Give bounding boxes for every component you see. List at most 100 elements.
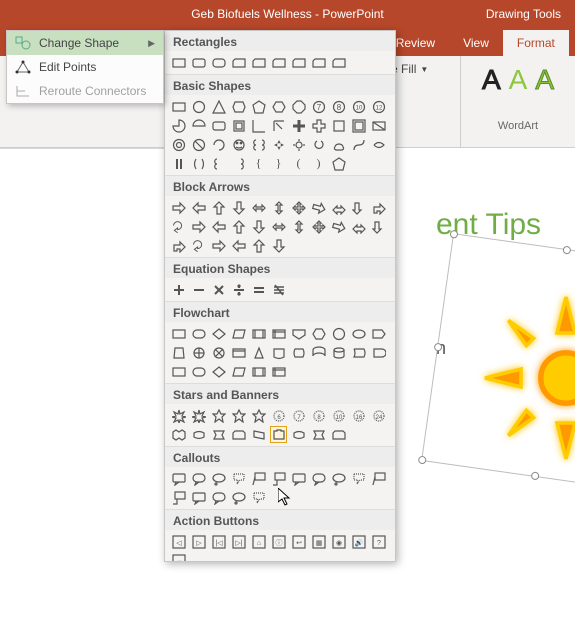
shape-option[interactable] (170, 117, 187, 134)
shape-option[interactable] (190, 281, 207, 298)
shape-option[interactable] (350, 199, 367, 216)
shape-option[interactable]: 7 (290, 407, 307, 424)
shape-option[interactable] (170, 54, 187, 71)
shape-option[interactable] (210, 218, 227, 235)
shape-option[interactable] (250, 218, 267, 235)
shape-option[interactable] (230, 470, 247, 487)
shape-option[interactable] (270, 117, 287, 134)
shape-option[interactable] (170, 470, 187, 487)
shape-option[interactable] (230, 426, 247, 443)
shape-option[interactable] (210, 489, 227, 506)
shape-option[interactable] (170, 407, 187, 424)
shape-option[interactable] (250, 489, 267, 506)
shape-option[interactable] (270, 136, 287, 153)
shape-option[interactable] (370, 325, 387, 342)
shape-option[interactable] (210, 54, 227, 71)
shape-option[interactable] (190, 117, 207, 134)
shape-option[interactable] (270, 363, 287, 380)
shape-option[interactable] (210, 136, 227, 153)
menu-item-change-shape[interactable]: Change Shape▶ (7, 31, 163, 55)
shape-option[interactable] (170, 199, 187, 216)
shape-option[interactable] (270, 199, 287, 216)
shape-option[interactable] (270, 54, 287, 71)
shape-option[interactable]: 6 (270, 407, 287, 424)
shape-option[interactable] (230, 344, 247, 361)
shape-option[interactable] (210, 344, 227, 361)
shape-option[interactable] (250, 281, 267, 298)
shape-option[interactable]: 16 (350, 407, 367, 424)
shape-option[interactable] (350, 218, 367, 235)
shape-option[interactable]: |◁ (210, 533, 227, 550)
shape-option[interactable]: 🔊 (350, 533, 367, 550)
shape-option[interactable]: ( (290, 155, 307, 172)
shape-option[interactable] (210, 98, 227, 115)
shape-option[interactable] (290, 218, 307, 235)
shape-option[interactable] (310, 470, 327, 487)
wordart-gallery[interactable]: A A A (467, 64, 569, 96)
shape-option[interactable] (350, 325, 367, 342)
shape-option[interactable] (230, 155, 247, 172)
resize-handle[interactable] (418, 456, 427, 465)
shape-option[interactable] (290, 54, 307, 71)
shape-option[interactable] (270, 344, 287, 361)
shape-option[interactable] (310, 54, 327, 71)
shape-option[interactable] (370, 136, 387, 153)
shape-option[interactable] (170, 136, 187, 153)
shape-option[interactable] (190, 136, 207, 153)
shape-option[interactable]: 10 (350, 98, 367, 115)
shape-option[interactable]: 8 (310, 407, 327, 424)
shape-option[interactable] (190, 98, 207, 115)
menu-item-edit-points[interactable]: Edit Points (7, 55, 163, 79)
shape-option[interactable] (250, 54, 267, 71)
shape-option[interactable]: ▱ (170, 552, 187, 562)
shape-option[interactable]: ) (310, 155, 327, 172)
shape-option[interactable] (210, 426, 227, 443)
shape-option[interactable] (290, 470, 307, 487)
shape-option[interactable] (190, 325, 207, 342)
shape-option[interactable] (190, 54, 207, 71)
shape-option[interactable] (250, 199, 267, 216)
shape-option[interactable] (330, 117, 347, 134)
shape-option[interactable] (210, 407, 227, 424)
shape-option[interactable] (310, 344, 327, 361)
shape-option[interactable] (230, 407, 247, 424)
slide-canvas[interactable]: ent Tips n (396, 148, 575, 620)
shape-option[interactable] (290, 426, 307, 443)
shape-option[interactable] (290, 344, 307, 361)
shape-option[interactable] (210, 363, 227, 380)
tab-format[interactable]: Format (503, 30, 569, 56)
shape-option[interactable] (330, 155, 347, 172)
shape-option[interactable] (290, 136, 307, 153)
shape-option[interactable] (170, 281, 187, 298)
shape-option[interactable] (190, 489, 207, 506)
shape-option[interactable] (290, 199, 307, 216)
shape-option[interactable] (170, 237, 187, 254)
shape-option[interactable] (270, 470, 287, 487)
shape-option[interactable] (330, 199, 347, 216)
shape-option[interactable] (170, 363, 187, 380)
shape-option[interactable] (310, 199, 327, 216)
shape-option[interactable] (190, 237, 207, 254)
wordart-style-2[interactable]: A (509, 64, 528, 96)
shape-option[interactable] (270, 218, 287, 235)
shape-option[interactable] (210, 470, 227, 487)
shape-option[interactable] (250, 426, 267, 443)
shape-option[interactable] (230, 54, 247, 71)
shape-option[interactable] (210, 281, 227, 298)
shape-option[interactable] (350, 117, 367, 134)
shape-option[interactable] (170, 426, 187, 443)
shape-option[interactable] (270, 426, 287, 443)
shape-option[interactable] (210, 117, 227, 134)
shape-option[interactable]: ⌂ (250, 533, 267, 550)
shape-option[interactable] (230, 117, 247, 134)
shape-option[interactable]: } (270, 155, 287, 172)
shape-option[interactable] (370, 470, 387, 487)
shape-option[interactable] (190, 199, 207, 216)
shape-option[interactable]: ↩ (290, 533, 307, 550)
shape-option[interactable]: 7 (310, 98, 327, 115)
shape-option[interactable] (270, 98, 287, 115)
shape-option[interactable] (170, 155, 187, 172)
shape-option[interactable]: ▦ (310, 533, 327, 550)
shape-option[interactable]: ▷ (190, 533, 207, 550)
shape-option[interactable] (310, 325, 327, 342)
